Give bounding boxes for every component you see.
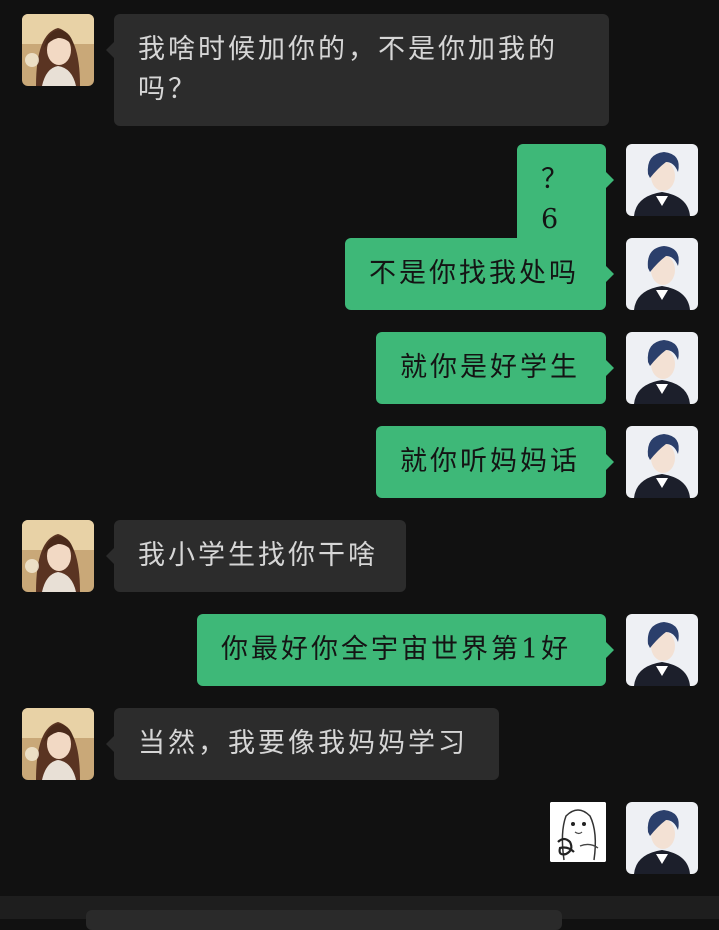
message-text: 就你是好学生 — [400, 352, 580, 383]
my-avatar[interactable] — [626, 426, 698, 498]
message-text: ？6 — [541, 164, 571, 235]
girl-avatar-icon — [22, 520, 94, 592]
meme-sticker-icon[interactable] — [550, 802, 606, 862]
my-avatar[interactable] — [626, 802, 698, 874]
message-bubble-outgoing[interactable]: 不是你找我处吗 — [345, 238, 614, 310]
message-bubble-outgoing[interactable]: 你最好你全宇宙世界第1好 — [197, 614, 614, 686]
boy-avatar-icon — [626, 238, 698, 310]
my-avatar[interactable] — [626, 238, 698, 310]
contact-avatar[interactable] — [22, 14, 94, 86]
boy-avatar-icon — [626, 614, 698, 686]
contact-avatar[interactable] — [22, 708, 94, 780]
boy-avatar-icon — [626, 332, 698, 404]
message-text: 我啥时候加你的，不是你加我的吗？ — [138, 34, 558, 105]
message-text: 你最好你全宇宙世界第1好 — [221, 634, 572, 665]
message-bubble-outgoing[interactable]: 就你是好学生 — [376, 332, 614, 404]
message-bubble-incoming[interactable]: 我小学生找你干啥 — [106, 520, 406, 592]
my-avatar[interactable] — [626, 614, 698, 686]
message-text: 当然，我要像我妈妈学习 — [138, 728, 468, 759]
message-bubble-incoming[interactable]: 当然，我要像我妈妈学习 — [106, 708, 499, 780]
girl-avatar-icon — [22, 14, 94, 86]
boy-avatar-icon — [626, 144, 698, 216]
message-text: 不是你找我处吗 — [369, 258, 579, 289]
sticker-drawing — [550, 802, 606, 862]
message-input[interactable] — [86, 910, 562, 930]
boy-avatar-icon — [626, 426, 698, 498]
contact-avatar[interactable] — [22, 520, 94, 592]
my-avatar[interactable] — [626, 332, 698, 404]
boy-avatar-icon — [626, 802, 698, 874]
message-text: 就你听妈妈话 — [400, 446, 580, 477]
chat-window: 我啥时候加你的，不是你加我的吗？ ？6 不是你找我处吗 就你是好学生 就你听妈妈… — [0, 0, 719, 930]
my-avatar[interactable] — [626, 144, 698, 216]
girl-avatar-icon — [22, 708, 94, 780]
message-text: 我小学生找你干啥 — [138, 540, 378, 571]
message-bubble-outgoing[interactable]: 就你听妈妈话 — [376, 426, 614, 498]
message-bubble-incoming[interactable]: 我啥时候加你的，不是你加我的吗？ — [106, 14, 609, 126]
